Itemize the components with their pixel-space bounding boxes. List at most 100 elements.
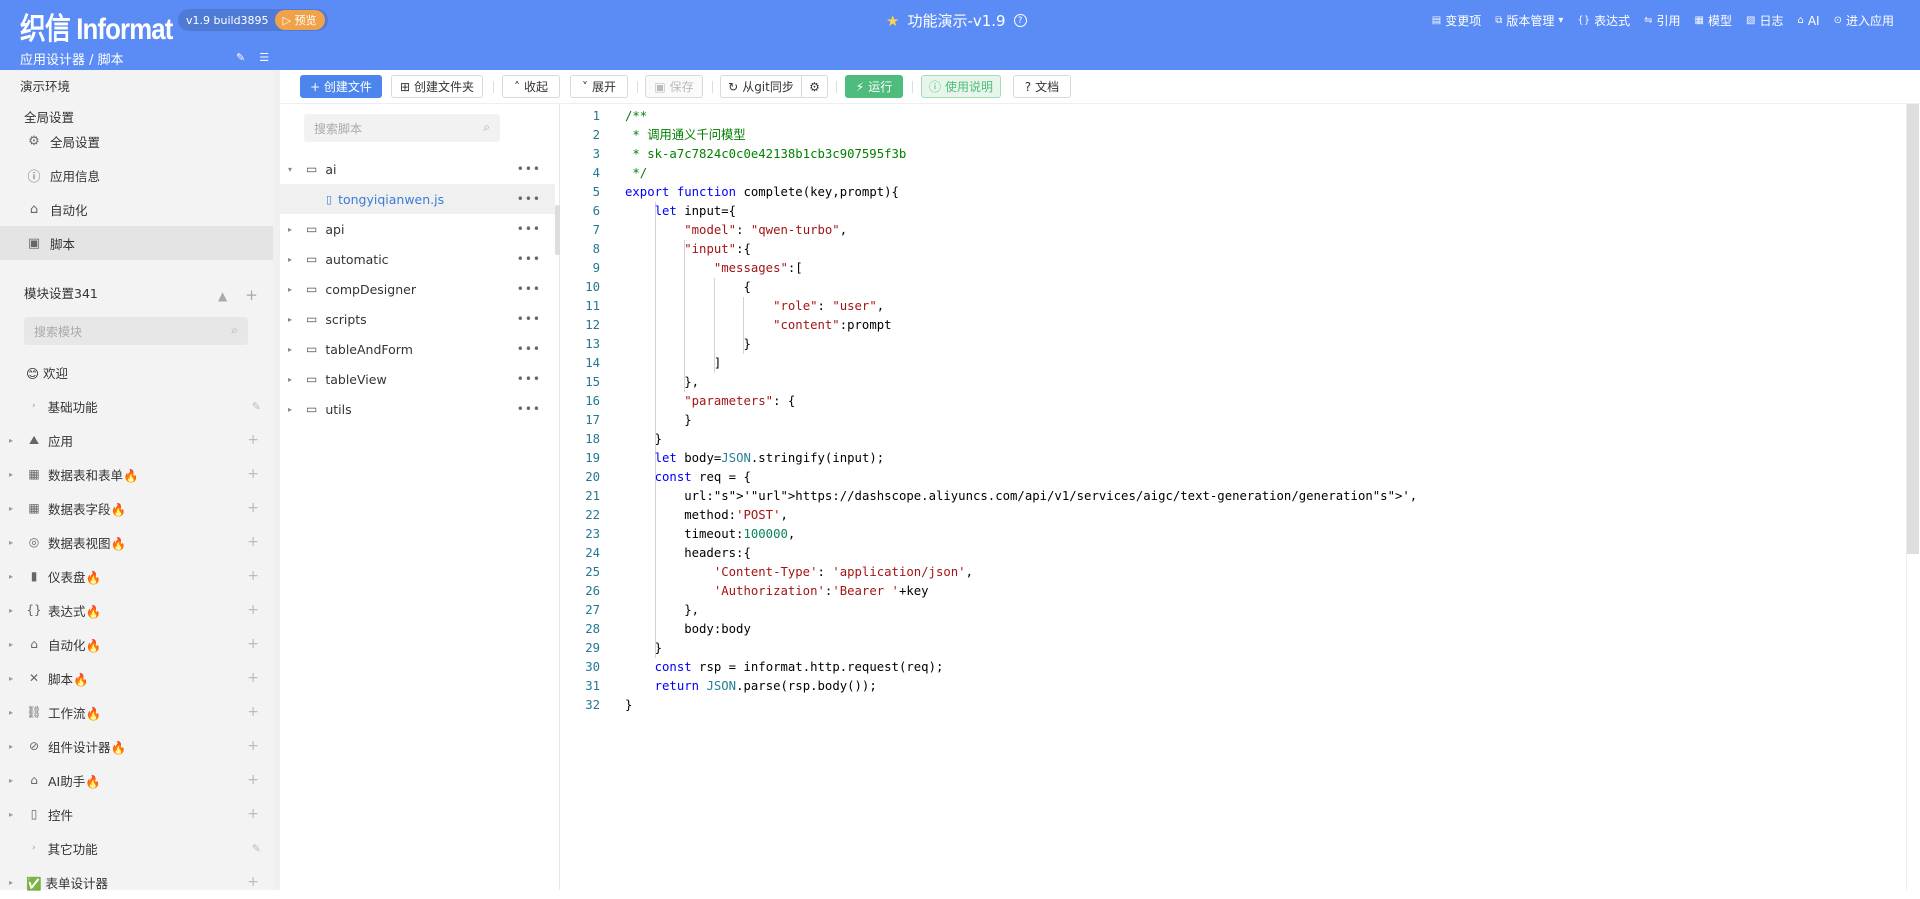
chevron-right-icon: ▸ bbox=[9, 503, 14, 513]
module-search-input[interactable]: 搜索模块 ⌕ bbox=[24, 317, 248, 345]
tree-folder-item[interactable]: ▸ ▭ compDesigner ••• bbox=[280, 274, 555, 304]
sidebar-scrollbar[interactable] bbox=[273, 70, 280, 890]
sidebar-item-automation[interactable]: ⌂ 自动化 bbox=[0, 192, 273, 226]
caret-right-icon[interactable]: ▸ bbox=[288, 285, 298, 294]
line-number: 22 bbox=[585, 508, 600, 522]
tree-folder-item[interactable]: ▾ ▭ ai ••• bbox=[280, 154, 555, 184]
sidebar-item-global-settings[interactable]: ⚙ 全局设置 bbox=[0, 124, 273, 158]
sidebar-module-item[interactable]: ▸ ◎ 数据表视图🔥 + bbox=[0, 525, 273, 559]
caret-right-icon[interactable]: ▸ bbox=[288, 405, 298, 414]
view-icon: ◎ bbox=[28, 535, 40, 549]
tree-folder-item[interactable]: ▸ ▭ automatic ••• bbox=[280, 244, 555, 274]
menu-version[interactable]: ⧉ 版本管理 ▾ bbox=[1495, 12, 1563, 29]
add-icon[interactable]: + bbox=[247, 500, 259, 516]
add-icon[interactable]: + bbox=[247, 704, 259, 720]
tree-folder-item[interactable]: ▸ ▭ tableAndForm ••• bbox=[280, 334, 555, 364]
sidebar-module-item[interactable]: ▸ ▮ 仪表盘🔥 + bbox=[0, 559, 273, 593]
tree-folder-item[interactable]: ▸ ▭ scripts ••• bbox=[280, 304, 555, 334]
menu-expressions[interactable]: {} 表达式 bbox=[1577, 12, 1630, 29]
sidebar-item-script[interactable]: ▣ 脚本 bbox=[0, 226, 273, 260]
docs-button[interactable]: ? 文档 bbox=[1013, 75, 1071, 98]
add-icon[interactable]: + bbox=[247, 636, 259, 652]
add-icon[interactable]: + bbox=[247, 466, 259, 482]
separator bbox=[493, 81, 494, 93]
menu-references[interactable]: ⇋ 引用 bbox=[1644, 12, 1680, 29]
add-icon[interactable]: + bbox=[247, 568, 259, 584]
edit-icon[interactable]: ✎ bbox=[252, 400, 261, 413]
more-icon[interactable]: ••• bbox=[517, 222, 541, 236]
sidebar-module-item[interactable]: ▸ ▦ 数据表字段🔥 + bbox=[0, 491, 273, 525]
add-icon[interactable]: + bbox=[245, 286, 258, 304]
more-icon[interactable]: ••• bbox=[517, 162, 541, 176]
app-logo[interactable]: 织信 Informat bbox=[20, 4, 173, 48]
add-icon[interactable]: + bbox=[247, 738, 259, 754]
tree-folder-item[interactable]: ▸ ▭ utils ••• bbox=[280, 394, 555, 424]
tree-folder-item[interactable]: ▸ ▭ api ••• bbox=[280, 214, 555, 244]
collapse-button[interactable]: ˄ 收起 bbox=[502, 75, 560, 98]
sidebar-module-item[interactable]: ▸ ⌂ 自动化🔥 + bbox=[0, 627, 273, 661]
add-icon[interactable]: + bbox=[247, 432, 259, 448]
code-text: { bbox=[625, 280, 751, 294]
menu-log[interactable]: ▧ 日志 bbox=[1746, 12, 1783, 29]
save-button[interactable]: ▣ 保存 bbox=[645, 75, 703, 98]
upload-icon[interactable]: ▲ bbox=[218, 289, 227, 304]
menu-enter-app[interactable]: ⊙ 进入应用 bbox=[1834, 12, 1894, 29]
sidebar-other-features[interactable]: › 其它功能 ✎ bbox=[0, 831, 273, 865]
add-icon[interactable]: + bbox=[247, 534, 259, 550]
sidebar-item-app-info[interactable]: ⓘ 应用信息 bbox=[0, 158, 273, 192]
run-button[interactable]: ⚡ 运行 bbox=[845, 75, 903, 98]
menu-ai[interactable]: ⌂ AI bbox=[1797, 12, 1819, 29]
add-icon[interactable]: + bbox=[247, 772, 259, 788]
sidebar-module-form-designer[interactable]: ▸ ✅ 表单设计器 + bbox=[0, 865, 273, 899]
caret-right-icon[interactable]: ▸ bbox=[288, 225, 298, 234]
sidebar-module-item[interactable]: ▸ {} 表达式🔥 + bbox=[0, 593, 273, 627]
tree-folder-item[interactable]: ▸ ▭ tableView ••• bbox=[280, 364, 555, 394]
sidebar-module-item[interactable]: ▸ ⛓ 工作流🔥 + bbox=[0, 695, 273, 729]
add-icon[interactable]: + bbox=[247, 806, 259, 822]
collapse-sidebar-icon[interactable]: ☰ bbox=[259, 51, 269, 64]
sidebar-module-item[interactable]: ▸ ⊘ 组件设计器🔥 + bbox=[0, 729, 273, 763]
git-sync-button[interactable]: ↻ 从git同步 bbox=[720, 75, 802, 98]
expand-button[interactable]: ˅ 展开 bbox=[570, 75, 628, 98]
caret-right-icon[interactable]: ▸ bbox=[288, 345, 298, 354]
more-icon[interactable]: ••• bbox=[517, 402, 541, 416]
add-icon[interactable]: + bbox=[247, 874, 259, 890]
menu-model[interactable]: ▦ 模型 bbox=[1695, 12, 1732, 29]
sidebar-module-item[interactable]: ▸ ▯ 控件 + bbox=[0, 797, 273, 831]
help-icon[interactable]: ? bbox=[1013, 14, 1027, 27]
sidebar-welcome[interactable]: 😊 欢迎 bbox=[0, 355, 273, 389]
code-line: 27 }, bbox=[560, 601, 1900, 620]
more-icon[interactable]: ••• bbox=[517, 192, 541, 206]
edit-icon[interactable]: ✎ bbox=[252, 842, 261, 855]
code-editor[interactable]: 1/** 2 * 调用通义千问模型 3 * sk-a7c7824c0c0e42138… bbox=[560, 104, 1920, 890]
git-settings-button[interactable]: ⚙ bbox=[801, 75, 828, 98]
caret-right-icon[interactable]: ▸ bbox=[288, 375, 298, 384]
sidebar-module-item[interactable]: ▸ ⛰ 应用 + bbox=[0, 423, 273, 457]
sidebar-basic-features[interactable]: › 基础功能 ✎ bbox=[0, 389, 273, 423]
more-icon[interactable]: ••• bbox=[517, 252, 541, 266]
editor-scrollbar[interactable] bbox=[1907, 104, 1919, 554]
preview-button[interactable]: ▷ 预览 bbox=[274, 10, 325, 30]
env-label[interactable]: 演示环境 bbox=[20, 76, 70, 95]
tree-file-item[interactable]: ▯ tongyiqianwen.js ••• bbox=[280, 184, 555, 214]
more-icon[interactable]: ••• bbox=[517, 282, 541, 296]
add-icon[interactable]: + bbox=[247, 670, 259, 686]
add-icon[interactable]: + bbox=[247, 602, 259, 618]
more-icon[interactable]: ••• bbox=[517, 372, 541, 386]
app-title[interactable]: ★ 功能演示-v1.9 ? bbox=[886, 10, 1027, 31]
sidebar-module-item[interactable]: ▸ ⌂ AI助手🔥 + bbox=[0, 763, 273, 797]
caret-right-icon[interactable]: ▸ bbox=[288, 255, 298, 264]
sidebar-module-item[interactable]: ▸ ▦ 数据表和表单🔥 + bbox=[0, 457, 273, 491]
menu-changes[interactable]: ▤ 变更项 bbox=[1432, 12, 1481, 29]
caret-right-icon[interactable]: ▸ bbox=[288, 315, 298, 324]
create-file-button[interactable]: + 创建文件 bbox=[300, 75, 382, 98]
more-icon[interactable]: ••• bbox=[517, 342, 541, 356]
script-search-input[interactable]: 搜索脚本 ⌕ bbox=[304, 114, 500, 142]
line-number: 7 bbox=[592, 223, 600, 237]
sidebar-module-item[interactable]: ▸ ✕ 脚本🔥 + bbox=[0, 661, 273, 695]
instructions-button[interactable]: ⓘ 使用说明 bbox=[921, 75, 1001, 98]
edit-icon[interactable]: ✎ bbox=[236, 51, 245, 64]
caret-down-icon[interactable]: ▾ bbox=[288, 165, 298, 174]
create-folder-button[interactable]: ⊞ 创建文件夹 bbox=[391, 75, 483, 98]
more-icon[interactable]: ••• bbox=[517, 312, 541, 326]
